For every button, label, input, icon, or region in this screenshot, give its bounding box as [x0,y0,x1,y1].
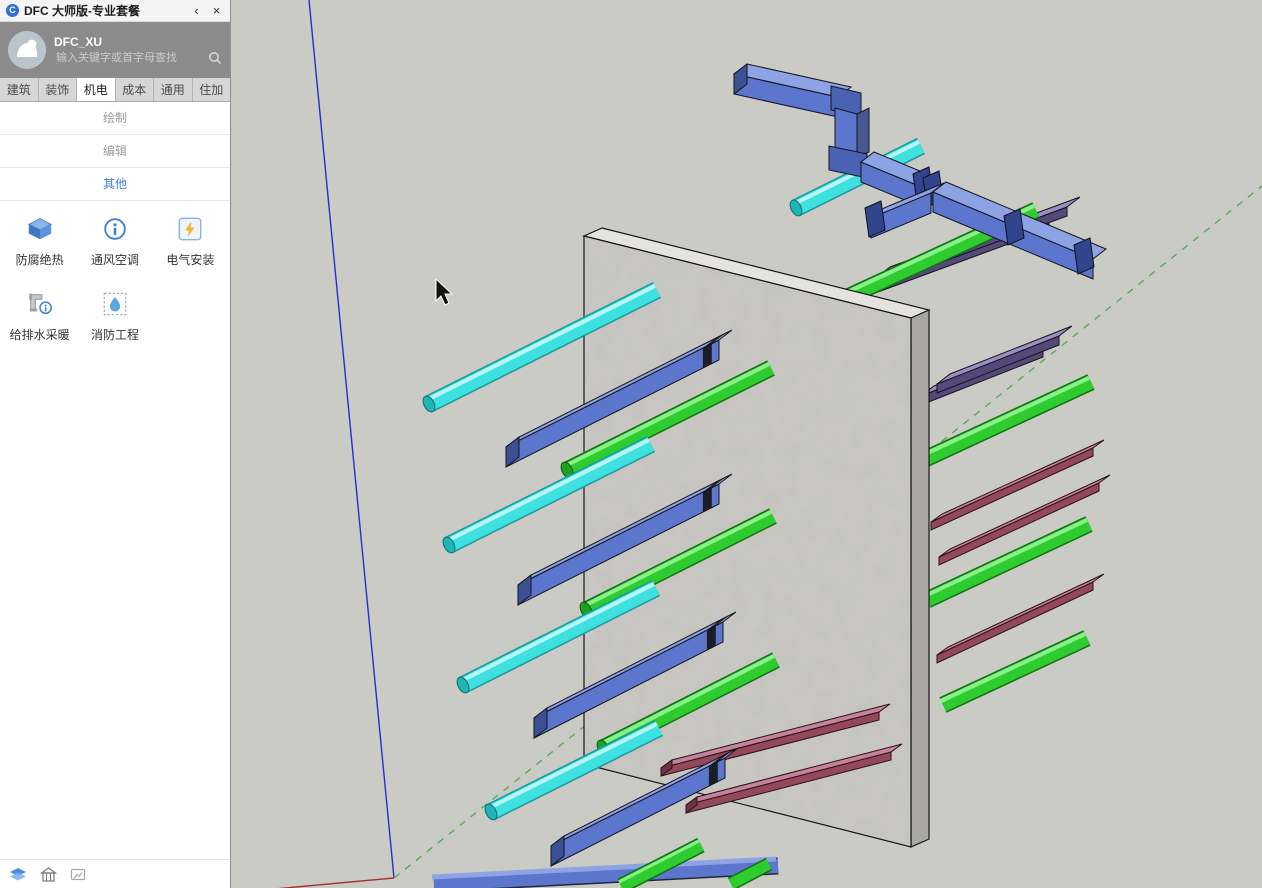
tool-plumbing-heating[interactable]: 给排水采暖 [2,290,77,343]
electrical-badge-icon [175,215,205,243]
tool-label: 防腐绝热 [16,251,64,268]
application-window: C DFC 大师版-专业套餐 ‹ × DFC_XU [0,0,1262,888]
search-icon[interactable] [208,51,222,65]
username: DFC_XU [54,35,222,49]
viewport-3d[interactable] [231,0,1262,888]
panel-title: DFC 大师版-专业套餐 [24,2,184,19]
layers-icon[interactable] [9,867,27,882]
tool-label: 消防工程 [91,326,139,343]
red-axis [231,878,394,888]
app-logo-icon: C [6,4,19,17]
info-circle-icon [100,215,130,243]
section-draw[interactable]: 绘制 [0,102,230,135]
tab-tongyong[interactable]: 通用 [154,78,193,101]
duct-flange [865,201,885,237]
export-image-icon[interactable] [70,867,87,882]
section-edit[interactable]: 编辑 [0,135,230,168]
tab-zhuangshi[interactable]: 装饰 [39,78,78,101]
insulation-box-icon [25,215,55,243]
tab-chengben[interactable]: 成本 [116,78,155,101]
blue-axis [309,0,394,878]
building-icon[interactable] [40,867,57,882]
section-list: 绘制 编辑 其他 [0,102,230,201]
plugin-panel: C DFC 大师版-专业套餐 ‹ × DFC_XU [0,0,231,888]
mouse-cursor [436,279,452,305]
duct-flange [1074,238,1094,274]
duct-assembly-top[interactable] [734,64,1106,279]
fire-drop-icon [100,290,130,318]
tool-anticorrosion-insulation[interactable]: 防腐绝热 [2,215,77,268]
tool-label: 通风空调 [91,251,139,268]
tab-zhujia[interactable]: 住加 [193,78,231,101]
avatar[interactable] [8,31,46,69]
tab-jianzhu[interactable]: 建筑 [0,78,39,101]
section-other[interactable]: 其他 [0,168,230,201]
tool-grid: 防腐绝热 通风空调 电气安装 [0,201,230,357]
tab-jidian[interactable]: 机电 [77,78,116,101]
panel-titlebar: C DFC 大师版-专业套餐 ‹ × [0,0,230,22]
search-input[interactable] [54,51,204,65]
tool-electrical[interactable]: 电气安装 [153,215,228,268]
close-button[interactable]: × [209,3,224,18]
user-header: DFC_XU [0,22,230,78]
tool-hvac[interactable]: 通风空调 [77,215,152,268]
pipe-icon [25,290,55,318]
user-info: DFC_XU [54,35,222,65]
search-bar [54,51,222,65]
tool-fire-protection[interactable]: 消防工程 [77,290,152,343]
collapse-button[interactable]: ‹ [189,3,204,18]
panel-footer [0,859,230,888]
model-scene [231,0,1262,888]
duct-flange [1004,209,1024,245]
category-tabs: 建筑 装饰 机电 成本 通用 住加 [0,78,230,102]
tool-label: 给排水采暖 [10,326,70,343]
avatar-image [8,31,46,69]
duct-bottom-sliver[interactable] [432,859,778,884]
tool-label: 电气安装 [166,251,214,268]
